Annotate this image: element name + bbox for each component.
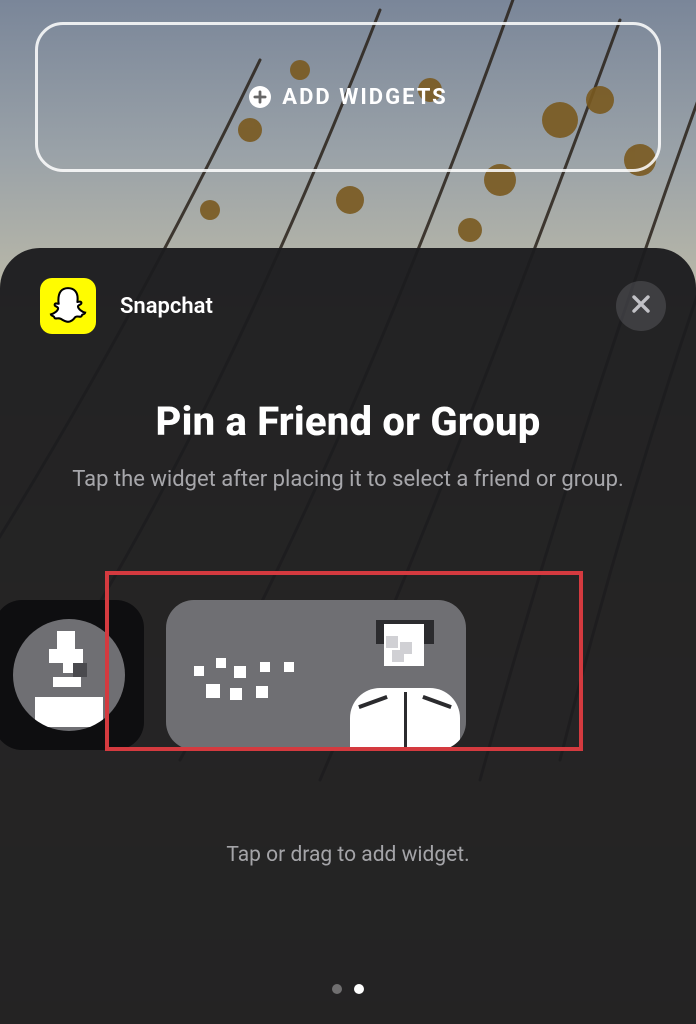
add-widgets-button[interactable]: ADD WIDGETS (35, 22, 661, 172)
widget-option-small[interactable] (0, 600, 144, 750)
app-name-label: Snapchat (120, 294, 213, 319)
app-identity: Snapchat (40, 278, 213, 334)
widget-picker-sheet: Snapchat Pin a Friend or Group Tap the w… (0, 248, 696, 1024)
add-widgets-label: ADD WIDGETS (282, 85, 447, 110)
widget-carousel[interactable] (0, 585, 696, 765)
sheet-hint: Tap or drag to add widget. (0, 843, 696, 867)
friend-avatar-icon (350, 620, 460, 750)
friend-avatar-icon (13, 619, 125, 731)
close-icon (630, 293, 652, 319)
page-dot-1[interactable] (354, 984, 364, 994)
page-indicator[interactable] (0, 984, 696, 994)
sheet-subtitle: Tap the widget after placing it to selec… (0, 463, 696, 497)
sheet-title: Pin a Friend or Group (0, 398, 696, 445)
plus-circle-icon (248, 85, 272, 109)
snapchat-app-icon (40, 278, 96, 334)
close-button[interactable] (616, 281, 666, 331)
page-dot-0[interactable] (332, 984, 342, 994)
widget-option-medium[interactable] (166, 600, 466, 750)
sheet-header: Snapchat (0, 268, 696, 334)
